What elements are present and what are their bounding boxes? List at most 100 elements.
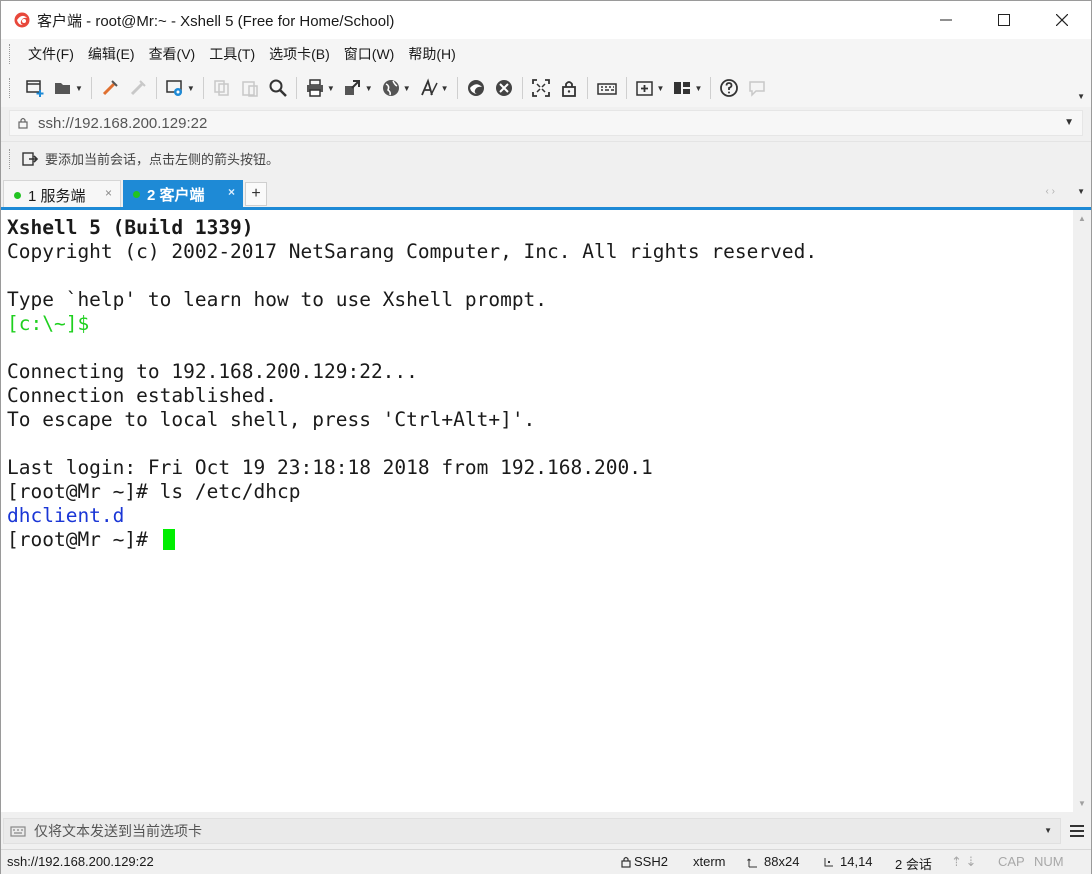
menubar-grip[interactable] [9, 44, 13, 64]
title-bar[interactable]: 客户端 - root@Mr:~ - Xshell 5 (Free for Hom… [1, 1, 1091, 39]
globe-icon [382, 80, 399, 96]
close-button[interactable] [1033, 1, 1091, 39]
fullscreen-button[interactable] [527, 74, 555, 102]
terminal-line: [root@Mr ~]# ls /etc/dhcp [7, 480, 301, 503]
find-button[interactable] [264, 74, 292, 102]
lock-button[interactable] [555, 74, 583, 102]
chevron-down-icon: ▼ [440, 83, 449, 93]
chevron-down-icon: ▼ [656, 83, 665, 93]
xmanager-button[interactable] [490, 74, 518, 102]
address-text: ssh://192.168.200.129:22 [38, 114, 208, 132]
status-caps: CAP [998, 854, 1025, 869]
maximize-icon [998, 14, 1010, 26]
lock-icon [18, 117, 28, 129]
toolbar-grip[interactable] [9, 78, 13, 98]
chevron-down-icon: ▼ [694, 83, 703, 93]
terminal-scrollbar[interactable]: ▲ ▼ [1073, 210, 1091, 812]
resize-icon [747, 858, 757, 867]
menu-help[interactable]: 帮助(H) [401, 44, 462, 64]
transfer-icon [344, 80, 360, 95]
scroll-down-icon[interactable]: ▼ [1078, 799, 1086, 808]
window-controls [917, 1, 1091, 39]
maximize-button[interactable] [975, 1, 1033, 39]
help-button[interactable] [715, 74, 743, 102]
tab-scroll-icon[interactable]: ‹ › [1046, 186, 1055, 197]
menu-view[interactable]: 查看(V) [142, 44, 203, 64]
terminal-line: Xshell 5 (Build 1339) [7, 216, 254, 239]
fullscreen-icon [531, 79, 550, 97]
status-cursor-position: 14,14 [823, 854, 873, 869]
terminal-cursor [162, 529, 175, 550]
address-field[interactable]: ssh://192.168.200.129:22 ▼ [9, 110, 1083, 136]
paste-icon [242, 81, 258, 97]
print-button[interactable]: ▼ [301, 74, 339, 102]
close-tab-icon[interactable]: × [228, 185, 235, 199]
layout-icon [674, 82, 691, 94]
status-num: NUM [1034, 854, 1064, 869]
lock-icon [621, 856, 631, 868]
open-button[interactable]: ▼ [49, 74, 87, 102]
tab-server[interactable]: 1 服务端 × [3, 180, 121, 209]
chevron-down-icon: ▼ [75, 83, 83, 93]
disconnect-plug-icon [130, 80, 146, 96]
add-session-arrow-icon[interactable] [21, 150, 39, 168]
session-nav-arrows-icon[interactable]: ⇡ ⇣ [951, 854, 976, 870]
window-title: 客户端 - root@Mr:~ - Xshell 5 (Free for Hom… [37, 12, 395, 30]
xftp-button[interactable] [462, 74, 490, 102]
copy-button[interactable] [208, 74, 236, 102]
chat-button[interactable] [743, 74, 771, 102]
terminal-line: Copyright (c) 2002-2017 NetSarang Comput… [7, 240, 818, 263]
terminal-screen[interactable]: Xshell 5 (Build 1339) Copyright (c) 2002… [1, 210, 1073, 812]
transfer-button[interactable]: ▼ [339, 74, 377, 102]
reconnect-button[interactable] [96, 74, 124, 102]
compose-bar: 仅将文本发送到当前选项卡 ▼ [1, 814, 1091, 848]
layout-button[interactable]: ▼ [668, 74, 706, 102]
terminal-line: [c:\~]$ [7, 312, 90, 335]
tab-label: 2 客户端 [147, 187, 205, 204]
terminal-line: Last login: Fri Oct 19 23:18:18 2018 fro… [7, 456, 653, 479]
minimize-button[interactable] [917, 1, 975, 39]
menu-edit[interactable]: 编辑(E) [81, 44, 142, 64]
xmanager-icon [495, 80, 512, 96]
keyboard-button[interactable] [592, 74, 622, 102]
compose-input[interactable]: 仅将文本发送到当前选项卡 ▼ [3, 818, 1061, 844]
terminal-prompt: [root@Mr ~]# [7, 528, 160, 551]
address-bar: ssh://192.168.200.129:22 ▼ [1, 107, 1091, 139]
menu-tabs[interactable]: 选项卡(B) [262, 44, 337, 64]
menu-tools[interactable]: 工具(T) [202, 44, 262, 64]
paste-button[interactable] [236, 74, 264, 102]
chevron-down-icon: ▼ [326, 83, 335, 93]
keyboard-icon [596, 83, 617, 95]
session-hint-bar: 要添加当前会话，点击左侧的箭头按钮。 [1, 141, 1091, 175]
add-tab-button[interactable]: + [245, 182, 267, 206]
compose-dropdown-icon[interactable]: ▼ [1044, 826, 1052, 835]
chevron-down-icon: ▼ [364, 83, 373, 93]
toolbar-overflow-icon[interactable]: ▼ [1077, 92, 1085, 101]
tab-list-dropdown-icon[interactable]: ▼ [1077, 187, 1085, 196]
disconnect-button[interactable] [124, 74, 152, 102]
hamburger-menu-icon[interactable] [1069, 823, 1085, 839]
address-dropdown-icon[interactable]: ▼ [1064, 117, 1074, 128]
encoding-button[interactable]: ▼ [377, 74, 415, 102]
new-tab-button[interactable]: ▼ [631, 74, 669, 102]
tab-client[interactable]: 2 客户端 × [123, 180, 243, 209]
hintbar-grip[interactable] [9, 148, 13, 169]
menu-file[interactable]: 文件(F) [21, 44, 81, 64]
new-session-button[interactable] [21, 74, 49, 102]
lock-icon [561, 81, 576, 97]
properties-button[interactable]: ▼ [161, 74, 199, 102]
close-icon [1056, 14, 1068, 26]
terminal-line: Type `help' to learn how to use Xshell p… [7, 288, 548, 311]
new-session-icon [26, 80, 44, 97]
status-size-text: 88x24 [764, 854, 800, 869]
xshell-window: 客户端 - root@Mr:~ - Xshell 5 (Free for Hom… [0, 0, 1092, 874]
toolbar: ▼ ▼ ▼ ▼ ▼ ▼ ▼ ▼ ▼ [1, 69, 1091, 107]
tab-label: 1 服务端 [28, 187, 86, 205]
status-protocol-text: SSH2 [634, 854, 668, 869]
close-tab-icon[interactable]: × [105, 186, 112, 200]
scroll-up-icon[interactable]: ▲ [1078, 214, 1086, 223]
menu-window[interactable]: 窗口(W) [337, 44, 402, 64]
font-button[interactable]: ▼ [415, 74, 453, 102]
